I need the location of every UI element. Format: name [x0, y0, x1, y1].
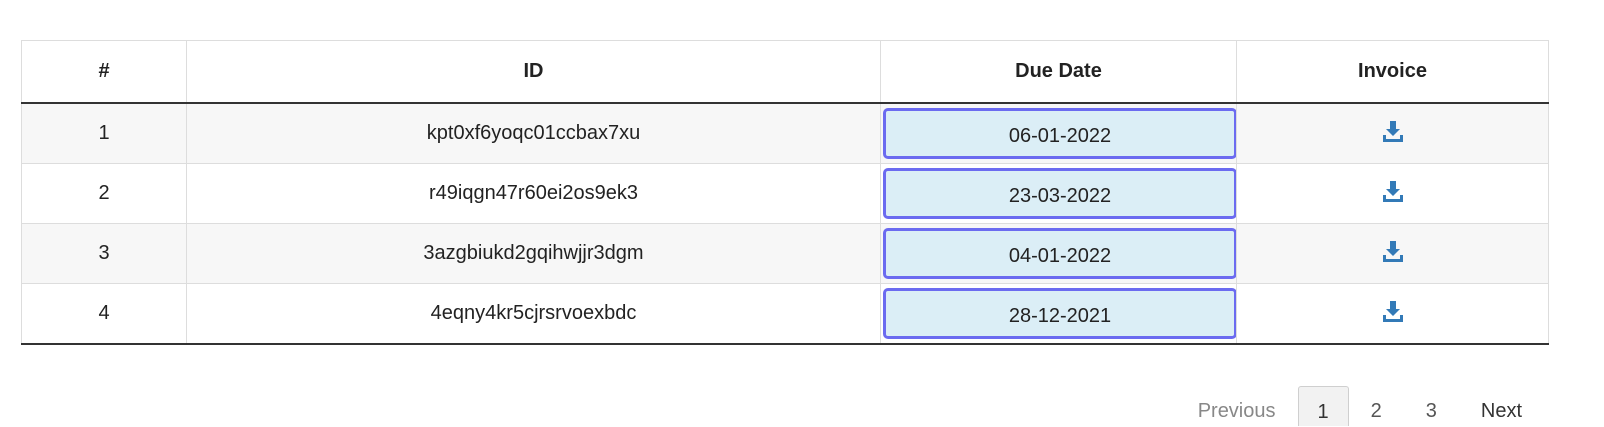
invoice-table: # ID Due Date Invoice 1 kpt0xf6yoqc01ccb…: [21, 40, 1549, 345]
due-date-cell: 06-01-2022: [880, 102, 1237, 164]
due-date-value: 04-01-2022: [883, 228, 1237, 279]
row-id: 3azgbiukd2gqihwjjr3dgm: [186, 223, 881, 284]
row-number: 3: [21, 223, 187, 284]
header-due-date: Due Date: [880, 40, 1237, 104]
header-invoice: Invoice: [1236, 40, 1549, 104]
due-date-cell: 28-12-2021: [880, 283, 1237, 345]
table-row: 3 3azgbiukd2gqihwjjr3dgm 04-01-2022: [21, 223, 1549, 284]
row-id: kpt0xf6yoqc01ccbax7xu: [186, 102, 881, 164]
download-icon[interactable]: [1382, 240, 1404, 262]
invoice-cell: [1236, 283, 1549, 345]
row-number: 2: [21, 163, 187, 224]
invoice-table-container: # ID Due Date Invoice 1 kpt0xf6yoqc01ccb…: [21, 40, 1549, 345]
row-number: 4: [21, 283, 187, 345]
due-date-value: 28-12-2021: [883, 288, 1237, 339]
row-id: 4eqny4kr5cjrsrvoexbdc: [186, 283, 881, 345]
due-date-cell: 23-03-2022: [880, 163, 1237, 224]
table-row: 1 kpt0xf6yoqc01ccbax7xu 06-01-2022: [21, 102, 1549, 164]
row-number: 1: [21, 102, 187, 164]
pagination-next[interactable]: Next: [1459, 386, 1544, 426]
due-date-value: 06-01-2022: [883, 108, 1237, 159]
invoice-cell: [1236, 223, 1549, 284]
pagination-page-2[interactable]: 2: [1349, 386, 1404, 426]
invoice-cell: [1236, 102, 1549, 164]
due-date-value: 23-03-2022: [883, 168, 1237, 219]
row-id: r49iqgn47r60ei2os9ek3: [186, 163, 881, 224]
due-date-cell: 04-01-2022: [880, 223, 1237, 284]
header-id: ID: [186, 40, 881, 104]
download-icon[interactable]: [1382, 180, 1404, 202]
pagination-previous[interactable]: Previous: [1176, 386, 1298, 426]
pagination: Previous 1 2 3 Next: [1176, 386, 1544, 426]
table-row: 4 4eqny4kr5cjrsrvoexbdc 28-12-2021: [21, 283, 1549, 345]
download-icon[interactable]: [1382, 120, 1404, 142]
header-number: #: [21, 40, 187, 104]
pagination-page-3[interactable]: 3: [1404, 386, 1459, 426]
invoice-cell: [1236, 163, 1549, 224]
download-icon[interactable]: [1382, 300, 1404, 322]
table-header-row: # ID Due Date Invoice: [21, 40, 1549, 104]
pagination-page-1[interactable]: 1: [1297, 386, 1349, 426]
table-row: 2 r49iqgn47r60ei2os9ek3 23-03-2022: [21, 163, 1549, 224]
